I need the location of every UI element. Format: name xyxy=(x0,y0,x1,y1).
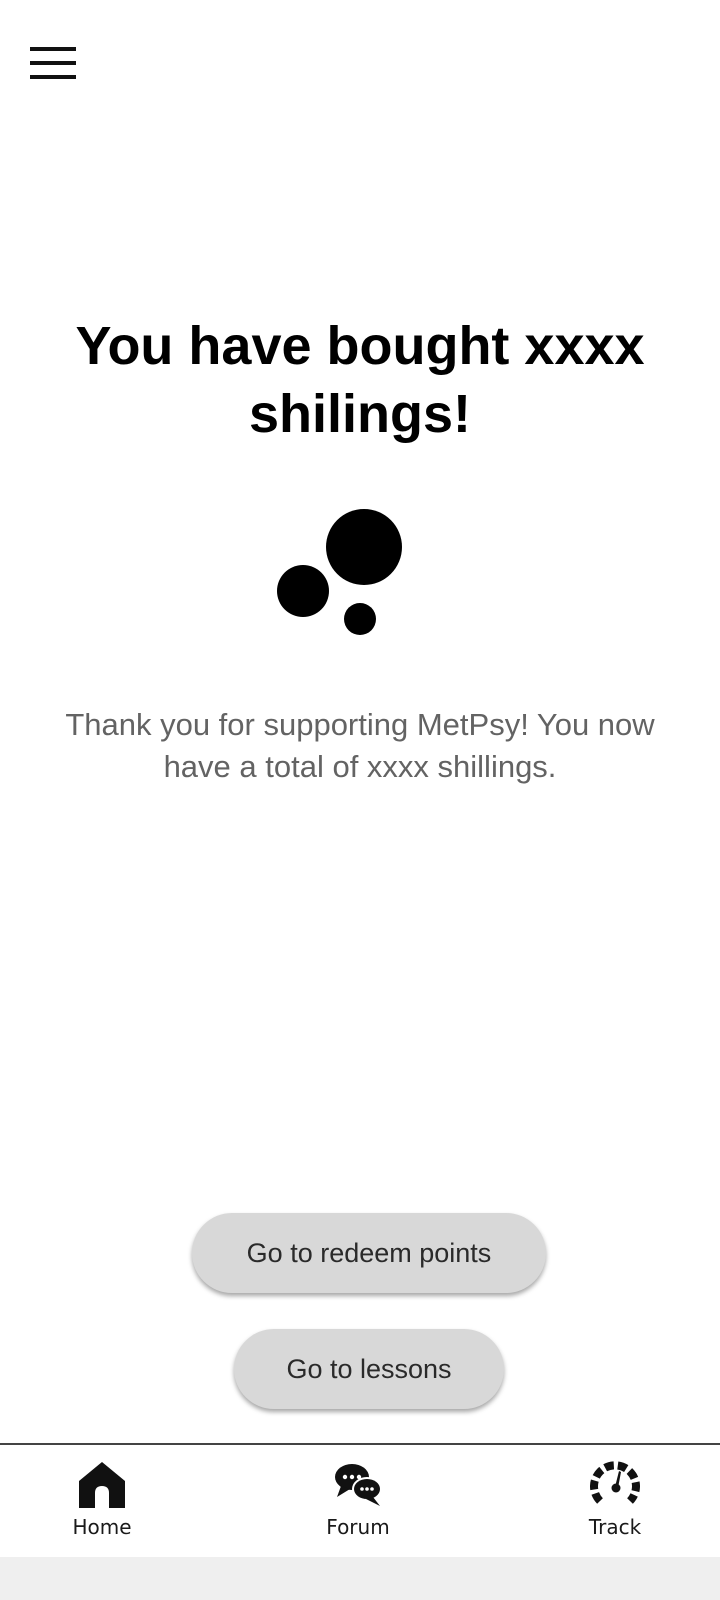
go-to-lessons-button[interactable]: Go to lessons xyxy=(234,1329,504,1409)
nav-label-home: Home xyxy=(72,1515,132,1539)
coins-icon xyxy=(277,509,402,635)
nav-item-forum[interactable]: Forum xyxy=(298,1459,418,1549)
nav-item-home[interactable]: Home xyxy=(42,1459,162,1549)
nav-label-track: Track xyxy=(588,1515,642,1539)
go-to-redeem-points-button[interactable]: Go to redeem points xyxy=(192,1213,546,1293)
purchase-confirmation-screen: You have bought xxxx shilings! Thank you… xyxy=(0,0,720,1600)
menu-bar-line xyxy=(30,61,76,65)
menu-bar-line xyxy=(30,47,76,51)
bottom-navigation: Home Forum Track xyxy=(0,1443,720,1557)
thank-you-message: Thank you for supporting MetPsy! You now… xyxy=(65,707,655,784)
coin-medium xyxy=(277,565,329,617)
nav-item-track[interactable]: Track xyxy=(555,1459,675,1549)
hamburger-menu-icon[interactable] xyxy=(28,44,78,84)
coin-small xyxy=(344,603,376,635)
system-navigation-bar xyxy=(0,1557,720,1600)
nav-label-forum: Forum xyxy=(326,1515,390,1539)
coin-large xyxy=(326,509,402,585)
speedometer-icon xyxy=(590,1461,640,1504)
menu-bar-line xyxy=(30,75,76,79)
home-icon xyxy=(79,1462,125,1508)
page-title: You have bought xxxx shilings! xyxy=(75,316,645,444)
chat-bubbles-icon xyxy=(335,1464,382,1506)
